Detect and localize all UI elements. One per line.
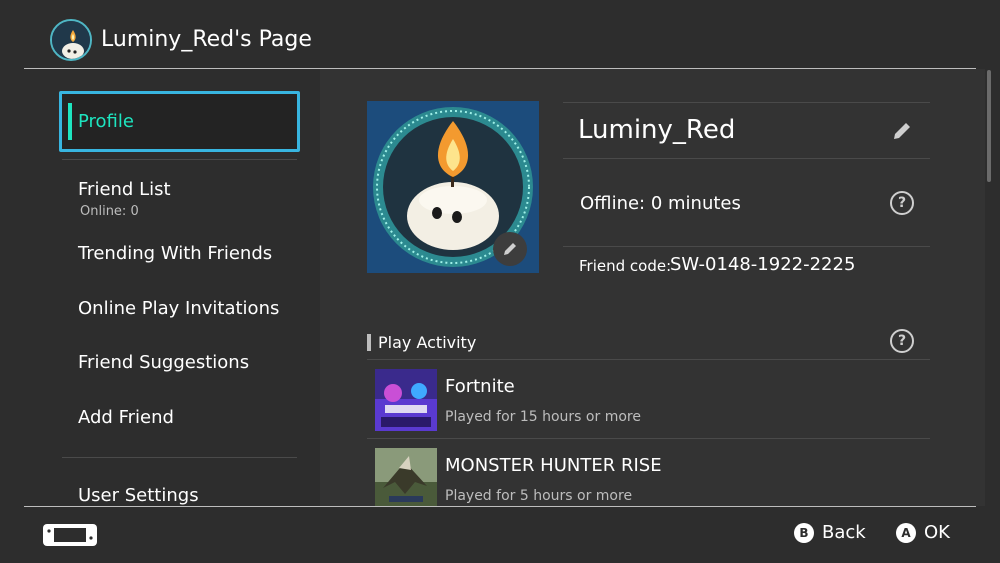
ok-button[interactable]: A OK xyxy=(896,522,950,543)
game-title: Fortnite xyxy=(445,376,515,397)
ok-label: OK xyxy=(924,522,950,543)
footer-bar: B Back A OK xyxy=(0,507,1000,563)
sidebar-item-friend-suggestions[interactable]: Friend Suggestions xyxy=(78,352,249,373)
edit-avatar-pencil-icon[interactable] xyxy=(493,232,527,266)
back-label: Back xyxy=(822,522,866,543)
sidebar: Profile Friend List Online: 0 Trending W… xyxy=(24,69,320,506)
play-activity-help-icon[interactable]: ? xyxy=(890,329,914,353)
sidebar-item-online-play-invitations[interactable]: Online Play Invitations xyxy=(78,298,279,319)
game-playtime: Played for 15 hours or more xyxy=(445,409,641,425)
sidebar-item-friend-list[interactable]: Friend List xyxy=(78,179,171,200)
section-marker xyxy=(367,334,371,351)
fortnite-thumbnail xyxy=(375,369,437,431)
friend-code-label: Friend code: xyxy=(579,257,672,275)
back-button[interactable]: B Back xyxy=(794,522,866,543)
status-help-icon[interactable]: ? xyxy=(890,191,914,215)
sidebar-item-user-settings[interactable]: User Settings xyxy=(78,485,199,506)
sidebar-item-add-friend[interactable]: Add Friend xyxy=(78,407,174,428)
game-playtime: Played for 5 hours or more xyxy=(445,488,633,504)
friend-code-value: SW-0148-1922-2225 xyxy=(670,254,856,275)
online-status: Offline: 0 minutes xyxy=(580,193,741,214)
page-header: Luminy_Red's Page xyxy=(0,0,1000,69)
sidebar-divider xyxy=(62,159,297,160)
game-row[interactable]: MONSTER HUNTER RISE Played for 5 hours o… xyxy=(367,439,930,506)
sidebar-item-trending[interactable]: Trending With Friends xyxy=(78,243,272,264)
edit-name-pencil-icon[interactable] xyxy=(891,120,913,146)
info-divider xyxy=(563,102,930,103)
monster-hunter-rise-thumbnail xyxy=(375,448,437,506)
sidebar-item-profile[interactable]: Profile xyxy=(59,91,300,152)
friend-online-count: Online: 0 xyxy=(80,204,139,219)
sidebar-item-label: Profile xyxy=(78,111,134,132)
scrollbar[interactable] xyxy=(987,70,991,182)
handheld-console-icon xyxy=(43,524,97,546)
profile-avatar[interactable] xyxy=(367,101,539,273)
a-button-icon: A xyxy=(896,522,916,543)
selection-indicator xyxy=(68,103,72,140)
game-title: MONSTER HUNTER RISE xyxy=(445,455,662,476)
info-divider xyxy=(563,246,930,247)
info-divider xyxy=(563,158,930,159)
b-button-icon: B xyxy=(794,522,814,543)
candle-creature-avatar-icon xyxy=(50,19,92,61)
game-row[interactable]: Fortnite Played for 15 hours or more xyxy=(367,360,930,439)
sidebar-divider xyxy=(62,457,297,458)
profile-username: Luminy_Red xyxy=(578,115,736,145)
page-title: Luminy_Red's Page xyxy=(101,27,312,52)
play-activity-title: Play Activity xyxy=(378,333,477,352)
profile-panel: Luminy_Red Offline: 0 minutes ? Friend c… xyxy=(320,69,985,506)
